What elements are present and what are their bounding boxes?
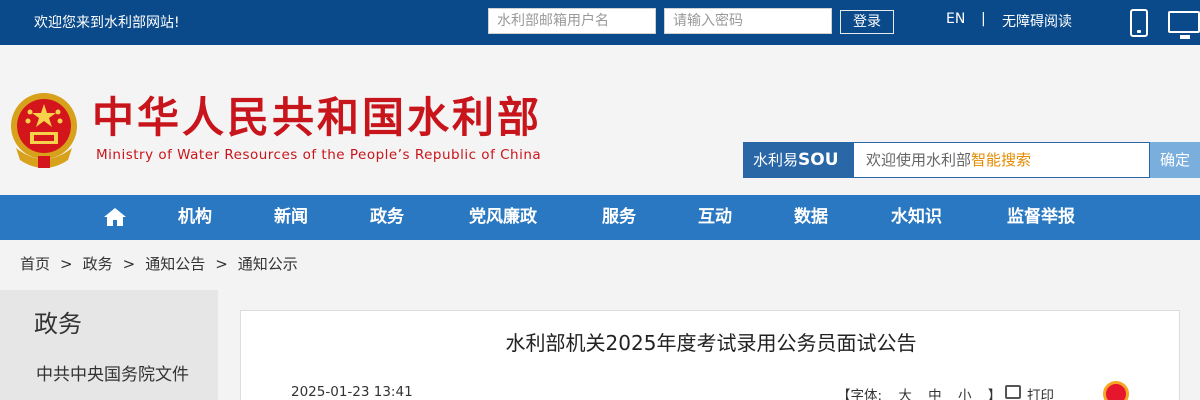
search-placeholder-prefix: 欢迎使用水利部	[866, 151, 972, 169]
font-large-button[interactable]: 大	[898, 388, 912, 400]
password-input[interactable]: 请输入密码	[664, 8, 832, 34]
font-size-control: 【字体: 大 中 小 】	[831, 384, 1007, 400]
login-button[interactable]: 登录	[840, 10, 894, 34]
font-label: 【字体:	[837, 388, 883, 400]
site-subtitle: Ministry of Water Resources of the Peopl…	[96, 147, 542, 163]
monitor-icon[interactable]	[1168, 11, 1200, 39]
left-sidebar: 政务 中共中央国务院文件	[0, 290, 218, 400]
search-logo-text: 水利易	[753, 151, 799, 169]
welcome-text: 欢迎您来到水利部网站!	[34, 15, 180, 31]
print-button[interactable]: 打印	[1027, 384, 1054, 400]
search-logo: 水利易SOU	[743, 142, 853, 178]
nav-item-institutions[interactable]: 机构	[178, 195, 212, 240]
phone-icon[interactable]	[1130, 9, 1148, 37]
national-emblem-icon	[11, 93, 77, 168]
search-placeholder-highlight: 智能搜索	[971, 151, 1032, 169]
site-title: 中华人民共和国水利部	[92, 93, 543, 142]
article-title: 水利部机关2025年度考试录用公务员面试公告	[505, 331, 917, 355]
search-logo-bold: SOU	[798, 150, 839, 170]
breadcrumb-separator: >	[122, 255, 136, 273]
font-close-bracket: 】	[987, 388, 1002, 400]
breadcrumb: 首页 > 政务 > 通知公告 > 通知公示	[20, 253, 298, 274]
nav-item-supervision-report[interactable]: 监督举报	[1007, 195, 1075, 240]
breadcrumb-notices[interactable]: 通知公告	[145, 253, 205, 274]
print-icon[interactable]	[1005, 385, 1021, 399]
main-nav: 机构 新闻 政务 党风廉政 服务 互动 数据 水知识 监督举报	[0, 195, 1200, 240]
username-input[interactable]: 水利部邮箱用户名	[488, 8, 656, 34]
sidebar-item-central-documents[interactable]: 中共中央国务院文件	[36, 360, 189, 385]
breadcrumb-home[interactable]: 首页	[20, 253, 50, 274]
article-card: 水利部机关2025年度考试录用公务员面试公告 2025-01-23 13:41 …	[240, 310, 1180, 400]
weibo-icon[interactable]	[1103, 381, 1129, 400]
nav-item-data[interactable]: 数据	[794, 195, 828, 240]
nav-item-news[interactable]: 新闻	[274, 195, 308, 240]
nav-item-party-integrity[interactable]: 党风廉政	[469, 195, 537, 240]
nav-item-government-affairs[interactable]: 政务	[370, 195, 404, 240]
lang-separator: |	[981, 11, 986, 27]
english-link[interactable]: EN	[946, 11, 965, 27]
nav-item-interaction[interactable]: 互动	[698, 195, 732, 240]
nav-item-services[interactable]: 服务	[602, 195, 636, 240]
sidebar-title: 政务	[34, 310, 82, 338]
breadcrumb-separator: >	[215, 255, 228, 273]
search-button[interactable]: 确定	[1150, 142, 1200, 178]
breadcrumb-notice-publicity[interactable]: 通知公示	[238, 253, 298, 274]
font-medium-button[interactable]: 中	[928, 388, 942, 400]
article-date: 2025-01-23 13:41	[291, 384, 413, 400]
breadcrumb-separator: >	[60, 255, 73, 273]
nav-item-water-knowledge[interactable]: 水知识	[891, 195, 942, 240]
home-icon[interactable]	[103, 207, 127, 227]
search-input[interactable]: 欢迎使用水利部智能搜索	[853, 142, 1150, 178]
accessible-reading-link[interactable]: 无障碍阅读	[1002, 11, 1072, 31]
top-bar: 欢迎您来到水利部网站! 水利部邮箱用户名 请输入密码 登录 EN | 无障碍阅读	[0, 0, 1200, 45]
font-small-button[interactable]: 小	[958, 388, 972, 400]
breadcrumb-government-affairs[interactable]: 政务	[83, 253, 113, 274]
site-header: 中华人民共和国水利部 Ministry of Water Resources o…	[0, 45, 1200, 195]
